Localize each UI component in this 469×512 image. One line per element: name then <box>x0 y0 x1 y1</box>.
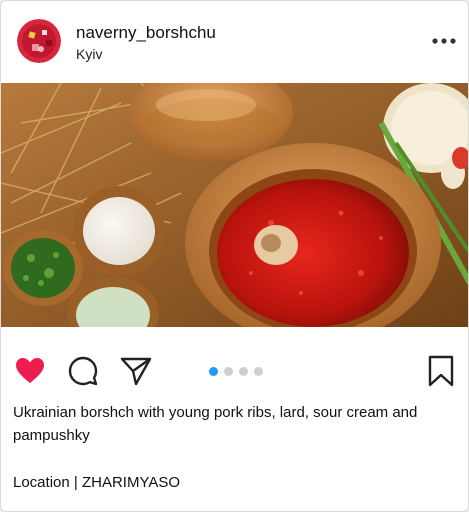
bookmark-icon[interactable] <box>425 355 457 387</box>
carousel-dot[interactable] <box>239 367 248 376</box>
carousel-dot[interactable] <box>209 367 218 376</box>
carousel-indicator <box>209 367 263 376</box>
post-actions <box>1 327 468 397</box>
paper-plane-icon[interactable] <box>120 355 152 387</box>
post-header: naverny_borshchu Kyiv <box>1 1 468 83</box>
post-caption: Ukrainian borshch with young pork ribs, … <box>13 404 418 444</box>
avatar[interactable] <box>17 19 61 63</box>
heart-filled-icon[interactable] <box>14 355 46 387</box>
post-location[interactable]: Kyiv <box>76 46 102 62</box>
post-card: naverny_borshchu Kyiv Ukrainian borshch … <box>0 0 469 512</box>
more-horizontal-icon[interactable] <box>430 31 458 51</box>
carousel-dot[interactable] <box>254 367 263 376</box>
comment-bubble-icon[interactable] <box>67 355 99 387</box>
carousel-dot[interactable] <box>224 367 233 376</box>
post-location-line: Location | ZHARIMYASO <box>13 474 181 491</box>
username[interactable]: naverny_borshchu <box>76 23 216 43</box>
post-photo[interactable] <box>1 83 468 327</box>
